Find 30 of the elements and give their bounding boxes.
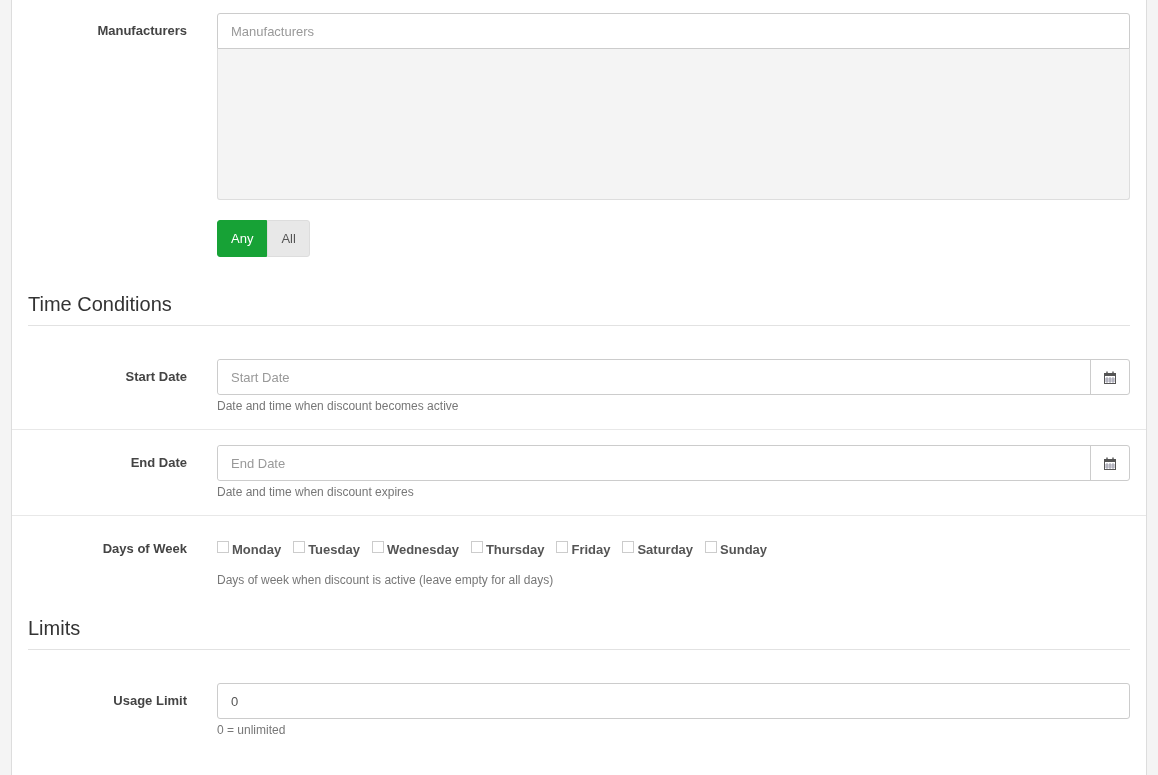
day-checkbox[interactable]: Monday (217, 541, 282, 557)
help-text: 0 = unlimited (217, 723, 287, 737)
calendar-icon (1104, 456, 1116, 470)
checkbox[interactable] (556, 540, 569, 553)
day-checkbox[interactable]: Wednesday (371, 541, 459, 557)
field-label: End Date (129, 454, 187, 472)
match-toggle[interactable]: All (267, 220, 310, 257)
day-checkbox[interactable]: Saturday (622, 541, 694, 557)
day-checkbox[interactable]: Tuesday (293, 541, 360, 557)
day-checkbox[interactable]: Friday (556, 541, 611, 557)
checkbox[interactable] (293, 540, 306, 553)
manufacturers-input[interactable]: Manufacturers (217, 13, 1130, 49)
section-title: Limits (28, 603, 1130, 650)
section-title: Time Conditions (28, 257, 1130, 326)
checkbox[interactable] (705, 540, 718, 553)
calendar-icon (1104, 370, 1116, 384)
field-label: Days of Week (101, 540, 187, 558)
help-text: Days of week when discount is active (leave empty for all days) (217, 573, 555, 587)
help-text: Date and time when discount becomes active (217, 399, 460, 413)
text-input[interactable]: 0 (217, 683, 1130, 719)
checkbox[interactable] (371, 540, 384, 553)
field-label: Usage Limit (112, 692, 187, 710)
help-text: Date and time when discount expires (217, 485, 415, 499)
checkbox[interactable] (622, 540, 635, 553)
day-checkbox[interactable]: Thursday (470, 541, 545, 557)
checkbox[interactable] (470, 540, 483, 553)
day-checkbox[interactable]: Sunday (705, 541, 768, 557)
checkbox[interactable] (217, 540, 229, 553)
field-label: Start Date (124, 368, 187, 386)
field-label: Manufacturers (96, 22, 187, 40)
